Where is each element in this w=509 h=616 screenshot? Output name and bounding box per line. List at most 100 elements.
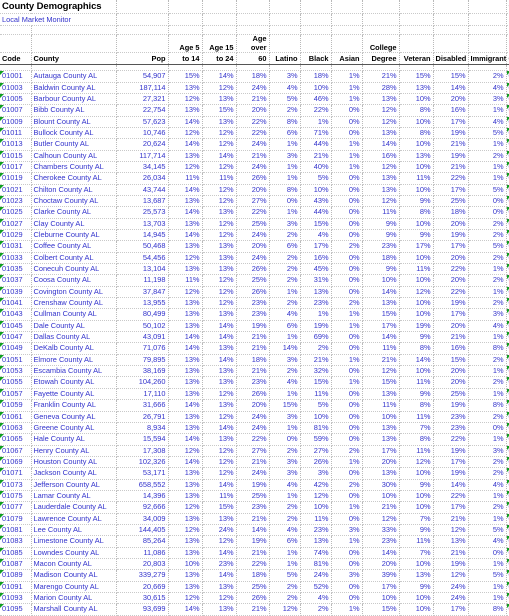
cell-immigrant[interactable]: 2% [468, 354, 506, 365]
cell-pop[interactable]: 26,791 [116, 411, 168, 422]
cell-age1524[interactable]: 12% [202, 286, 236, 297]
cell-age514[interactable]: 14% [168, 116, 202, 127]
cell-disabled[interactable]: 15% [433, 354, 468, 365]
cell-college[interactable]: 14% [362, 139, 399, 150]
cell-college[interactable]: 15% [362, 604, 399, 615]
cell-pop[interactable]: 144,405 [116, 524, 168, 535]
cell-age60[interactable]: 24% [236, 252, 269, 263]
cell-disabled[interactable]: 15% [433, 71, 468, 82]
cell-college[interactable]: 18% [362, 252, 399, 263]
cell-age514[interactable]: 13% [168, 570, 202, 581]
cell-black[interactable]: 21% [300, 354, 331, 365]
cell-pop[interactable]: 187,114 [116, 82, 168, 93]
table-row[interactable]: 01007Bibb County AL22,75413%15%20%2%22%0… [0, 105, 509, 116]
cell-immigrant[interactable]: 3% [468, 309, 506, 320]
cell-college[interactable]: 30% [362, 479, 399, 490]
cell-immigrant[interactable]: 5% [468, 184, 506, 195]
cell-code[interactable]: 01017 [0, 161, 31, 172]
cell-asian[interactable]: 0% [331, 343, 362, 354]
cell-pop[interactable]: 104,260 [116, 377, 168, 388]
cell-black[interactable]: 4% [300, 230, 331, 241]
table-row[interactable]: 01077Lauderdale County AL92,66612%15%23%… [0, 502, 509, 513]
cell-black[interactable]: 23% [300, 298, 331, 309]
cell-immigrant[interactable]: 1% [468, 173, 506, 184]
cell-age1524[interactable]: 14% [202, 570, 236, 581]
cell-veteran[interactable]: 14% [399, 354, 433, 365]
table-row[interactable]: 01047Dallas County AL43,09114%14%21%1%69… [0, 332, 509, 343]
cell-age60[interactable]: 19% [236, 479, 269, 490]
cell-age1524[interactable]: 13% [202, 116, 236, 127]
cell-code[interactable]: 01071 [0, 468, 31, 479]
cell-college[interactable]: 13% [362, 93, 399, 104]
cell-age60[interactable]: 21% [236, 150, 269, 161]
cell-veteran[interactable]: 7% [399, 547, 433, 558]
cell-immigrant[interactable]: 2% [468, 71, 506, 82]
cell-age1524[interactable]: 13% [202, 241, 236, 252]
cell-disabled[interactable]: 19% [433, 468, 468, 479]
cell-latino[interactable]: 3% [269, 354, 300, 365]
cell-age1524[interactable]: 13% [202, 366, 236, 377]
cell-veteran[interactable]: 10% [399, 218, 433, 229]
cell-age60[interactable]: 24% [236, 468, 269, 479]
column-header-latino[interactable]: Latino [269, 53, 300, 65]
cell-veteran[interactable]: 10% [399, 604, 433, 615]
cell-disabled[interactable]: 20% [433, 275, 468, 286]
cell-county[interactable]: Bibb County AL [31, 105, 116, 116]
cell-disabled[interactable]: 17% [433, 241, 468, 252]
cell-age1524[interactable]: 12% [202, 139, 236, 150]
cell-pop[interactable]: 93,699 [116, 604, 168, 615]
cell-code[interactable]: 01057 [0, 388, 31, 399]
cell-asian[interactable]: 1% [331, 377, 362, 388]
column-header-disabled[interactable]: Disabled [433, 53, 468, 65]
table-row[interactable]: 01053Escambia County AL38,16913%13%21%2%… [0, 366, 509, 377]
cell-latino[interactable]: 4% [269, 82, 300, 93]
table-row[interactable]: 01003Baldwin County AL187,11413%12%24%4%… [0, 82, 509, 93]
cell-code[interactable]: 01085 [0, 547, 31, 558]
cell-college[interactable]: 12% [362, 195, 399, 206]
table-row[interactable]: 01065Hale County AL15,59414%13%22%0%59%0… [0, 434, 509, 445]
cell-age514[interactable]: 13% [168, 513, 202, 524]
cell-asian[interactable]: 0% [331, 434, 362, 445]
cell-code[interactable]: 01065 [0, 434, 31, 445]
cell-pop[interactable]: 43,091 [116, 332, 168, 343]
cell-immigrant[interactable]: 5% [468, 127, 506, 138]
cell-age1524[interactable]: 13% [202, 604, 236, 615]
cell-asian[interactable]: 0% [331, 218, 362, 229]
cell-black[interactable]: 26% [300, 456, 331, 467]
cell-age1524[interactable]: 13% [202, 207, 236, 218]
cell-age60[interactable]: 25% [236, 581, 269, 592]
cell-code[interactable]: 01083 [0, 536, 31, 547]
cell-age60[interactable]: 24% [236, 230, 269, 241]
cell-disabled[interactable]: 13% [433, 536, 468, 547]
cell-college[interactable]: 13% [362, 422, 399, 433]
cell-disabled[interactable]: 21% [433, 139, 468, 150]
cell-black[interactable]: 74% [300, 547, 331, 558]
cell-immigrant[interactable]: 2% [468, 150, 506, 161]
cell-code[interactable]: 01001 [0, 71, 31, 82]
cell-county[interactable]: Cullman County AL [31, 309, 116, 320]
cell-pop[interactable]: 13,703 [116, 218, 168, 229]
cell-immigrant[interactable]: 2% [468, 298, 506, 309]
cell-latino[interactable]: 1% [269, 558, 300, 569]
cell-college[interactable]: 15% [362, 377, 399, 388]
cell-asian[interactable]: 1% [331, 309, 362, 320]
cell-veteran[interactable]: 9% [399, 195, 433, 206]
cell-pop[interactable]: 34,145 [116, 161, 168, 172]
cell-age514[interactable]: 14% [168, 230, 202, 241]
cell-pop[interactable]: 13,955 [116, 298, 168, 309]
cell-college[interactable]: 12% [362, 366, 399, 377]
table-row[interactable]: 01043Cullman County AL80,49913%13%23%4%1… [0, 309, 509, 320]
cell-immigrant[interactable]: 5% [468, 570, 506, 581]
cell-latino[interactable]: 14% [269, 343, 300, 354]
cell-pop[interactable]: 15,594 [116, 434, 168, 445]
cell-age60[interactable]: 18% [236, 570, 269, 581]
cell-college[interactable]: 14% [362, 286, 399, 297]
cell-age514[interactable]: 12% [168, 445, 202, 456]
cell-pop[interactable]: 92,666 [116, 502, 168, 513]
cell-age514[interactable]: 10% [168, 558, 202, 569]
cell-county[interactable]: Cherokee County AL [31, 173, 116, 184]
cell-college[interactable]: 10% [362, 275, 399, 286]
cell-pop[interactable]: 37,847 [116, 286, 168, 297]
cell-pop[interactable]: 57,623 [116, 116, 168, 127]
cell-code[interactable]: 01043 [0, 309, 31, 320]
